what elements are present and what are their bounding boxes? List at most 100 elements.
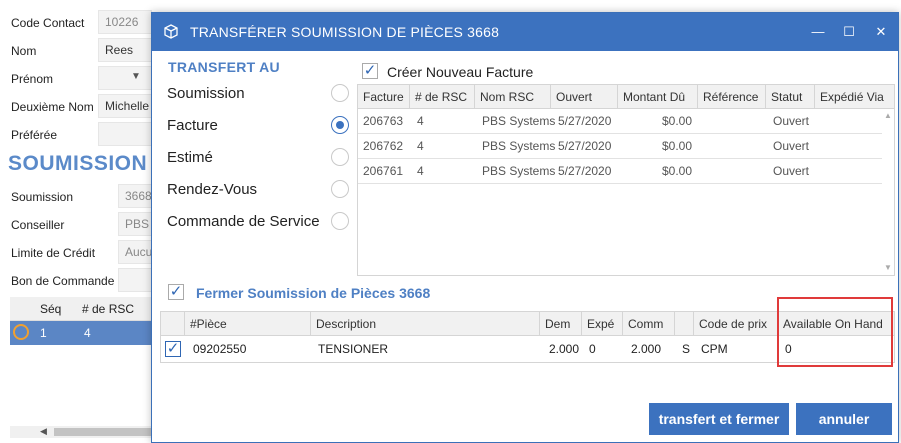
radio-label: Estimé [167, 149, 213, 166]
deuxieme-nom-label: Deuxième Nom [11, 100, 94, 114]
radio-commande-service[interactable]: Commande de Service [167, 211, 349, 233]
invoice-table: Facture # de RSC Nom RSC Ouvert Montant … [357, 84, 895, 276]
radio-button-selected[interactable] [331, 116, 349, 134]
radio-estime[interactable]: Estimé [167, 147, 349, 169]
cell-montant: $0.00 [661, 139, 692, 153]
bon-commande-field[interactable] [118, 268, 152, 292]
invoice-table-header: Facture # de RSC Nom RSC Ouvert Montant … [358, 85, 894, 109]
radio-label: Soumission [167, 85, 245, 102]
col-piece[interactable]: #Pièce [185, 312, 311, 336]
cell-description: TENSIONER [318, 342, 389, 356]
col-comm[interactable]: Comm [623, 312, 675, 336]
col-ouvert[interactable]: Ouvert [551, 85, 618, 109]
scroll-thumb[interactable] [54, 428, 152, 436]
cell-nom: PBS Systems [482, 139, 556, 153]
radio-button[interactable] [331, 180, 349, 198]
rsc-cell: 4 [84, 326, 91, 340]
cube-icon [164, 24, 178, 39]
row-checkbox[interactable]: ✓ [165, 341, 181, 357]
col-facture[interactable]: Facture [358, 85, 410, 109]
prenom-label: Prénom [11, 72, 54, 86]
radio-button[interactable] [331, 148, 349, 166]
limite-credit-label: Limite de Crédit [11, 246, 96, 260]
radio-label: Commande de Service [167, 213, 320, 230]
col-expe[interactable]: Expé [582, 312, 623, 336]
table-row[interactable]: 206761 4 PBS Systems 5/27/2020 $0.00 Ouv… [358, 159, 894, 184]
background-grid-row[interactable]: 1 4 [10, 321, 152, 345]
cell-ouvert: 5/27/2020 [558, 114, 612, 128]
minimize-button[interactable]: — [807, 21, 829, 43]
conseiller-field[interactable]: PBS [118, 212, 152, 236]
cell-statut: Ouvert [773, 164, 810, 178]
cell-comm: 2.000 [631, 342, 662, 356]
col-reference[interactable]: Référence [698, 85, 766, 109]
rsc-header: # de RSC [82, 302, 135, 316]
preferee-label: Préférée [11, 128, 58, 142]
invoice-vscrollbar[interactable]: ▲ ▼ [882, 109, 894, 275]
code-contact-label: Code Contact [11, 16, 85, 30]
scroll-down-icon[interactable]: ▼ [884, 263, 892, 272]
transfer-heading: TRANSFERT AU [168, 59, 280, 75]
cell-dem: 2.000 [549, 342, 580, 356]
radio-facture[interactable]: Facture [167, 115, 349, 137]
cell-statut: Ouvert [773, 114, 810, 128]
close-button[interactable]: ✕ [870, 21, 892, 43]
cancel-button[interactable]: annuler [796, 403, 892, 435]
scroll-left-icon[interactable]: ◀ [40, 426, 47, 437]
background-grid-header: Séq # de RSC [10, 297, 152, 321]
table-row[interactable]: 206763 4 PBS Systems 5/27/2020 $0.00 Ouv… [358, 109, 894, 134]
col-select [161, 312, 185, 336]
prenom-dropdown[interactable]: ▼ [98, 66, 152, 90]
radio-rendez-vous[interactable]: Rendez-Vous [167, 179, 349, 201]
nom-label: Nom [11, 44, 37, 58]
maximize-button[interactable]: ☐ [838, 21, 860, 43]
cell-ouvert: 5/27/2020 [558, 164, 612, 178]
soumission-field[interactable]: 3668 [118, 184, 152, 208]
cell-statut: Ouvert [773, 139, 810, 153]
background-hscrollbar[interactable]: ◀ [10, 426, 152, 438]
cell-code-prix: CPM [701, 342, 728, 356]
cell-expe: 0 [589, 342, 596, 356]
cell-flag: S [682, 342, 691, 356]
nom-field[interactable]: Rees [98, 38, 152, 62]
cell-nom: PBS Systems [482, 114, 556, 128]
cell-facture: 206762 [363, 139, 404, 153]
code-contact-field[interactable]: 10226 [98, 10, 152, 34]
col-dem[interactable]: Dem [540, 312, 582, 336]
radio-button[interactable] [331, 84, 349, 102]
scroll-up-icon[interactable]: ▲ [884, 111, 892, 120]
bon-commande-label: Bon de Commande [11, 274, 115, 288]
preferee-field[interactable] [98, 122, 152, 146]
col-rsc[interactable]: # de RSC [410, 85, 475, 109]
chevron-down-icon: ▼ [131, 71, 141, 82]
radio-soumission[interactable]: Soumission [167, 83, 349, 105]
radio-button[interactable] [331, 212, 349, 230]
col-flag[interactable] [675, 312, 694, 336]
col-montant[interactable]: Montant Dû [618, 85, 698, 109]
transfer-close-button[interactable]: transfert et fermer [649, 403, 789, 435]
dialog-titlebar[interactable]: TRANSFÉRER SOUMISSION DE PIÈCES 3668 — ☐… [152, 13, 898, 51]
col-code-prix[interactable]: Code de prix [694, 312, 778, 336]
cell-piece: 09202550 [193, 342, 247, 356]
table-row[interactable]: 206762 4 PBS Systems 5/27/2020 $0.00 Ouv… [358, 134, 894, 159]
create-new-checkbox[interactable]: ✓ [362, 63, 378, 79]
section-title: SOUMISSION [8, 152, 148, 175]
cell-nom: PBS Systems [482, 164, 556, 178]
col-statut[interactable]: Statut [766, 85, 815, 109]
col-expedie[interactable]: Expédié Via [815, 85, 894, 109]
conseiller-label: Conseiller [11, 218, 65, 232]
close-quote-label: Fermer Soumission de Pièces 3668 [196, 285, 431, 301]
close-quote-checkbox[interactable]: ✓ [168, 284, 184, 300]
col-nom-rsc[interactable]: Nom RSC [475, 85, 551, 109]
limite-credit-field[interactable]: Aucu [118, 240, 152, 264]
cell-montant: $0.00 [661, 114, 692, 128]
cell-facture: 206761 [363, 164, 404, 178]
cell-rsc: 4 [417, 114, 424, 128]
transfer-dialog: TRANSFÉRER SOUMISSION DE PIÈCES 3668 — ☐… [151, 12, 899, 443]
deuxieme-nom-field[interactable]: Michelle [98, 94, 152, 118]
dialog-title: TRANSFÉRER SOUMISSION DE PIÈCES 3668 [190, 24, 500, 40]
highlight-annotation-box [777, 297, 893, 367]
create-new-label: Créer Nouveau Facture [387, 64, 534, 80]
cell-facture: 206763 [363, 114, 404, 128]
col-description[interactable]: Description [311, 312, 540, 336]
